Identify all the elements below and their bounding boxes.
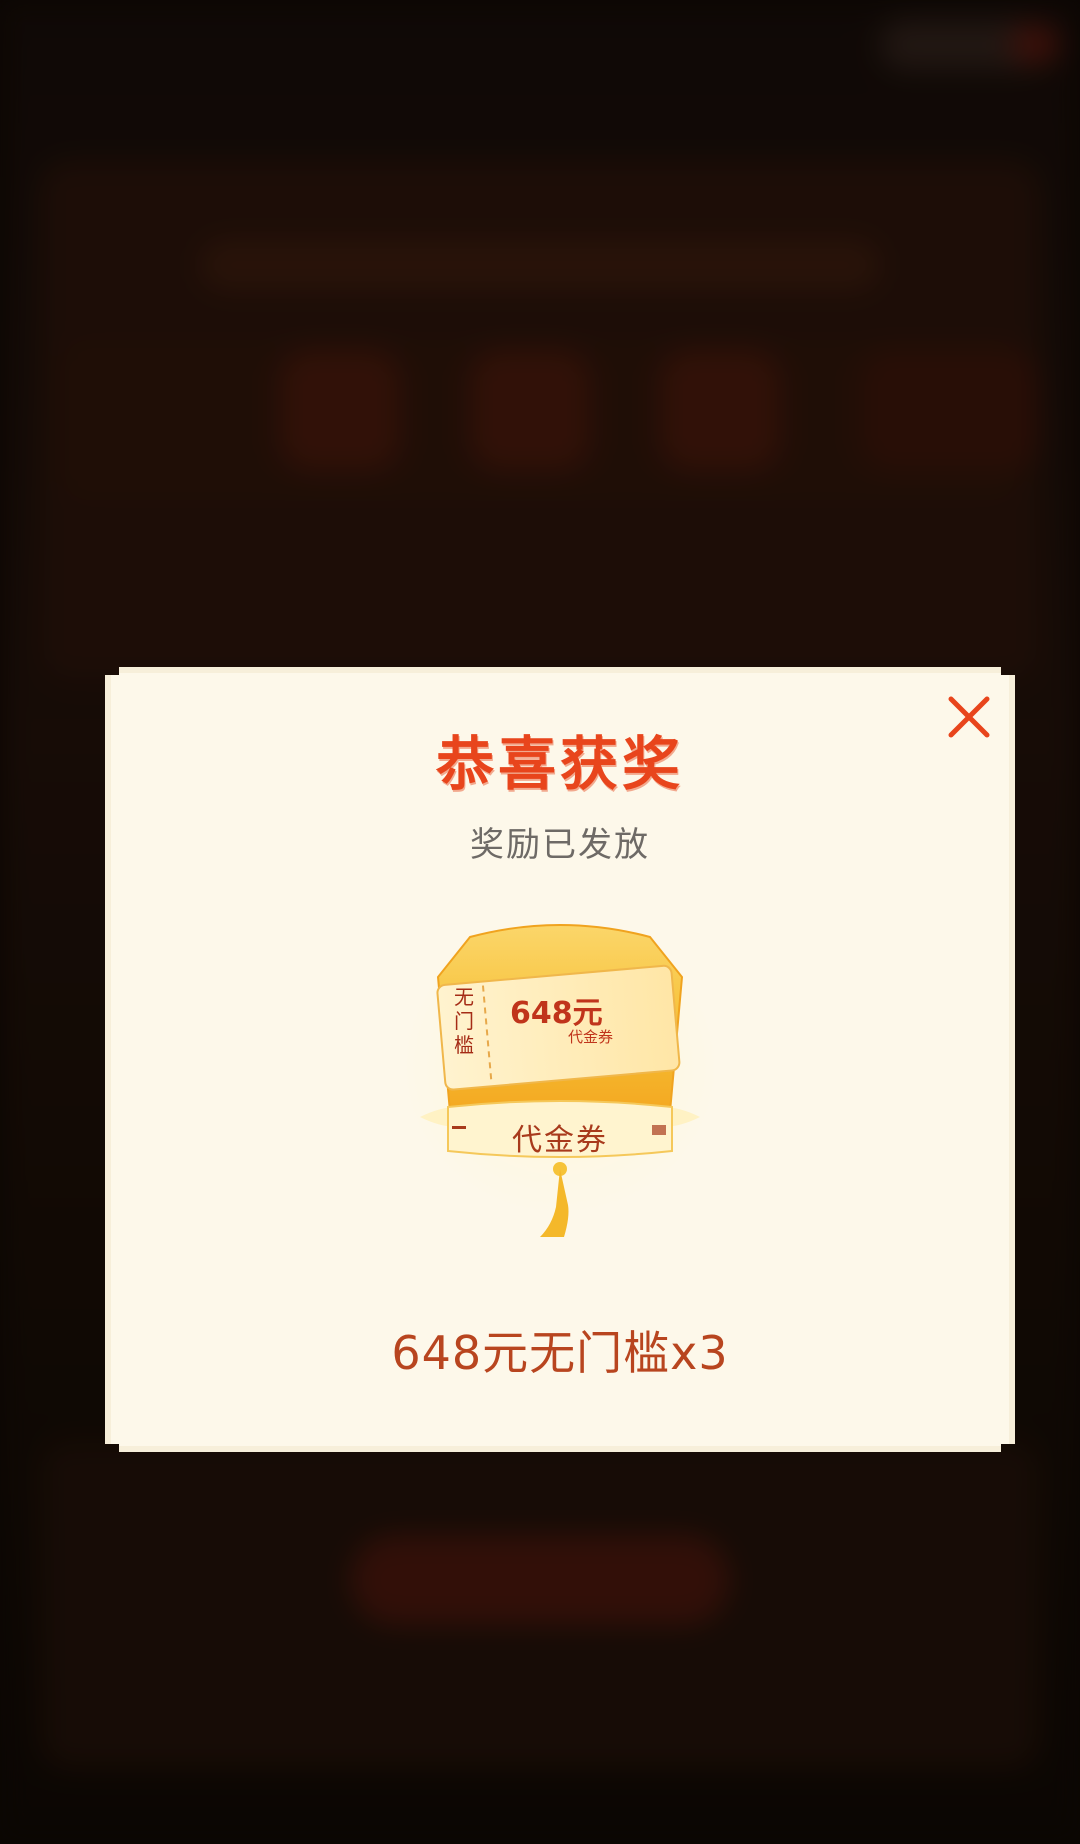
close-button[interactable] <box>941 689 997 745</box>
ticket-side-char: 槛 <box>454 1033 474 1057</box>
modal-title: 恭喜获奖 <box>435 730 684 798</box>
prize-lantern: 无 门 槛 648元 代金券 代金券 <box>400 907 720 1247</box>
ticket-side-text: 无 门 槛 <box>452 985 476 1057</box>
ticket-side-char: 无 <box>454 985 474 1009</box>
lantern-band-label: 代金券 <box>512 1123 608 1158</box>
ticket-side-char: 门 <box>454 1009 474 1033</box>
prize-result-text: 648元无门槛x3 <box>391 1326 729 1380</box>
ticket-type: 代金券 <box>568 1028 614 1046</box>
lantern-graphic <box>400 907 720 1247</box>
prize-modal: 恭喜获奖 奖励已发放 无 门 槛 648元 代金券 代金券 648元无门槛x3 <box>105 667 1015 1452</box>
modal-subtitle: 奖励已发放 <box>470 825 650 865</box>
close-icon <box>941 689 997 745</box>
